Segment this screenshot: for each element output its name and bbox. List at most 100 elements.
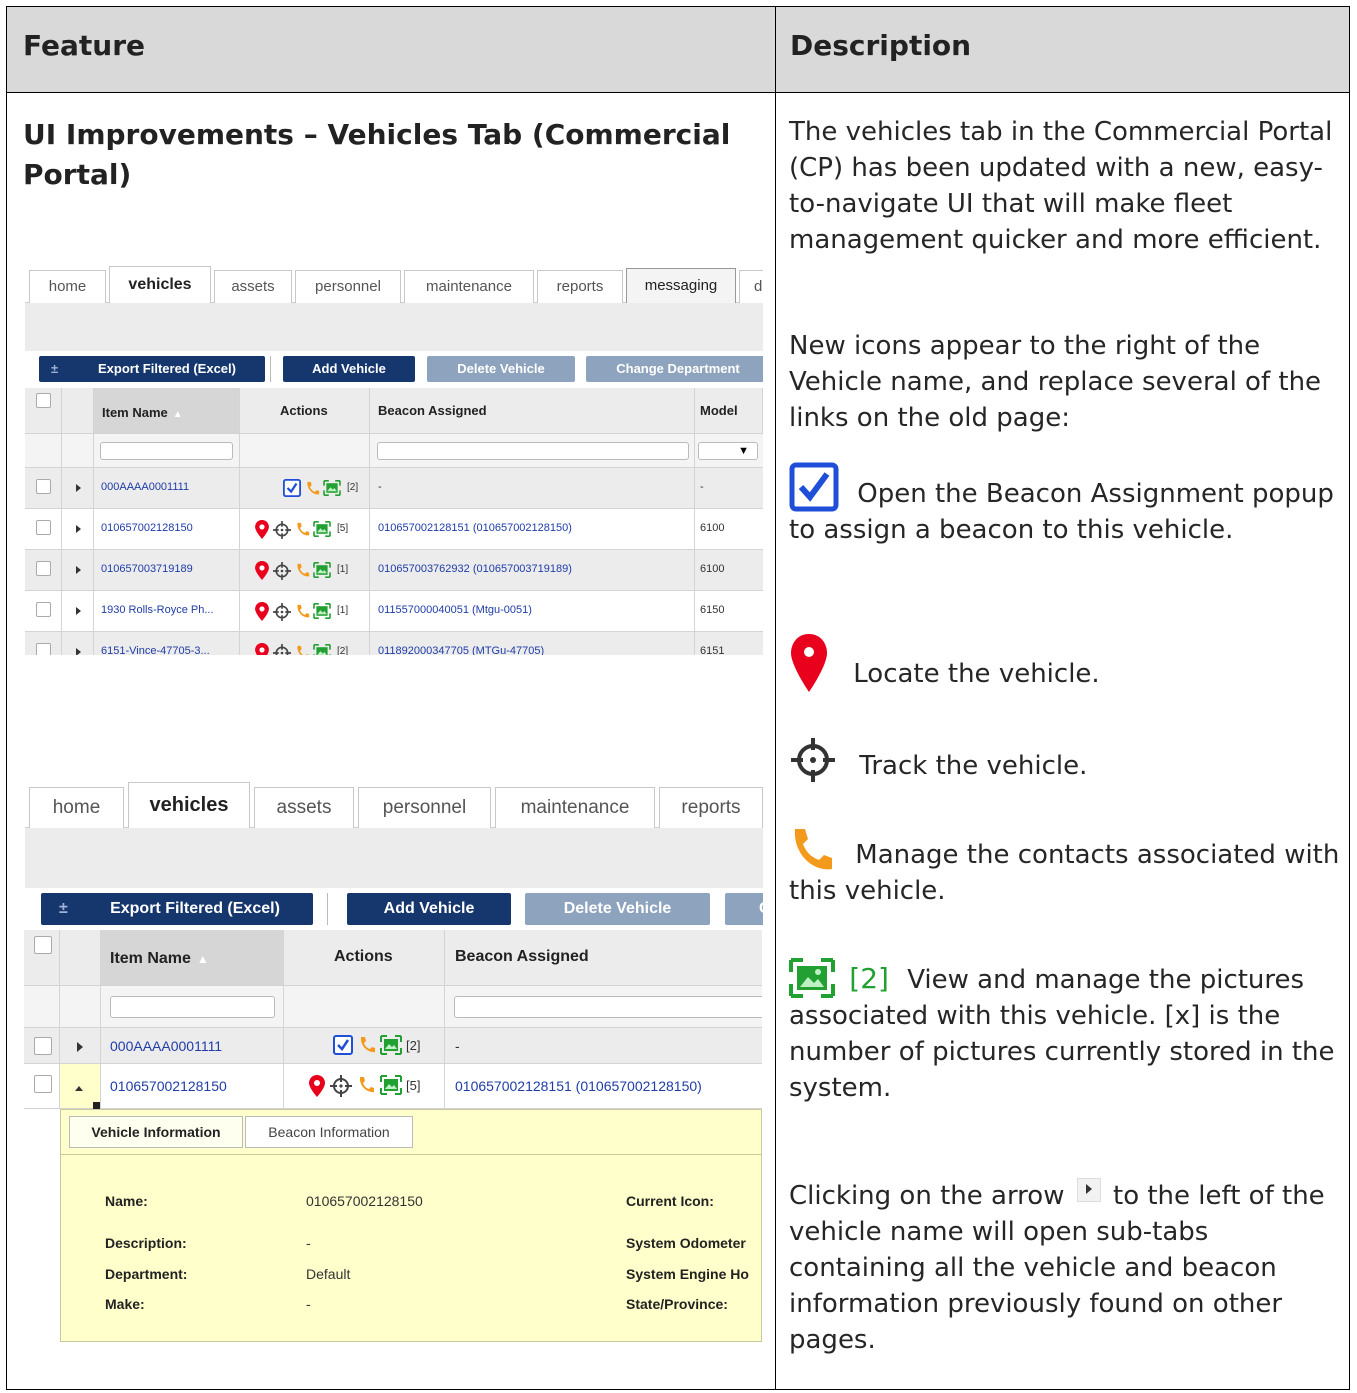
table-row[interactable]: 000AAAA0001111 [2] - - bbox=[25, 468, 763, 509]
expand-arrow-icon[interactable] bbox=[76, 566, 81, 574]
select-all-checkbox[interactable] bbox=[36, 393, 51, 408]
add-vehicle-button[interactable]: Add Vehicle bbox=[347, 893, 511, 925]
phone-icon[interactable] bbox=[295, 521, 310, 543]
table-row[interactable]: 6151-Vince-47705-3... [2] 011892000347705 … bbox=[25, 632, 763, 655]
collapse-arrow-icon[interactable] bbox=[75, 1086, 83, 1091]
location-pin-icon[interactable] bbox=[255, 561, 269, 585]
location-pin-icon[interactable] bbox=[255, 520, 269, 544]
phone-icon[interactable] bbox=[358, 1035, 376, 1060]
beacon-link[interactable]: 010657002128151 (010657002128150) bbox=[378, 522, 572, 534]
picture-icon[interactable] bbox=[380, 1035, 402, 1060]
location-pin-icon[interactable] bbox=[255, 602, 269, 626]
export-filtered-button[interactable]: ± Export Filtered (Excel) bbox=[41, 893, 313, 925]
expand-arrow-icon[interactable] bbox=[76, 525, 81, 533]
row-checkbox[interactable] bbox=[34, 1075, 52, 1093]
row-checkbox[interactable] bbox=[36, 479, 51, 494]
column-item-name[interactable]: Item Name ▲ bbox=[102, 405, 183, 420]
tab-personnel[interactable]: personnel bbox=[295, 270, 401, 303]
delete-vehicle-button[interactable]: Delete Vehicle bbox=[427, 356, 575, 382]
vehicle-name-link[interactable]: 010657002128150 bbox=[110, 1078, 227, 1094]
check-icon[interactable] bbox=[333, 1035, 353, 1060]
phone-icon[interactable] bbox=[295, 562, 310, 584]
column-beacon-assigned[interactable]: Beacon Assigned bbox=[455, 948, 589, 966]
beacon-link[interactable]: 010657003762932 (010657003719189) bbox=[378, 563, 572, 575]
tab-maintenance[interactable]: maintenance bbox=[495, 787, 655, 828]
phone-icon[interactable] bbox=[357, 1075, 375, 1100]
column-model[interactable]: Model bbox=[700, 403, 738, 418]
item-name-filter-input[interactable] bbox=[100, 442, 233, 460]
item-name-filter-input[interactable] bbox=[110, 996, 275, 1018]
table-row[interactable]: 010657002128150 [5] 010657002128151 (010… bbox=[24, 1064, 762, 1109]
vehicle-name-link[interactable]: 1930 Rolls-Royce Ph... bbox=[101, 604, 214, 616]
vehicle-name-link[interactable]: 010657002128150 bbox=[101, 522, 193, 534]
picture-icon[interactable] bbox=[313, 644, 331, 655]
crosshair-icon[interactable] bbox=[273, 644, 291, 655]
table-row[interactable]: 1930 Rolls-Royce Ph... [1] 011557000040051… bbox=[25, 591, 763, 632]
beacon-link[interactable]: 010657002128151 (010657002128150) bbox=[455, 1078, 702, 1094]
vehicle-name-link[interactable]: 000AAAA0001111 bbox=[110, 1038, 222, 1054]
tab-personnel[interactable]: personnel bbox=[358, 787, 491, 828]
tab-vehicles[interactable]: vehicles bbox=[128, 782, 250, 828]
vehicle-name-link[interactable]: 000AAAA0001111 bbox=[101, 481, 189, 493]
change-department-button[interactable]: Change Department bbox=[586, 356, 763, 382]
expand-arrow-icon[interactable] bbox=[76, 484, 81, 492]
table-row[interactable]: 010657003719189 [1] 010657003762932 (01065… bbox=[25, 550, 763, 591]
expand-arrow-icon[interactable] bbox=[76, 648, 81, 655]
toolbar-separator bbox=[270, 356, 271, 382]
tab-beacon-information[interactable]: Beacon Information bbox=[245, 1116, 413, 1148]
beacon-assignment-text: Open the Beacon Assignment popup to assi… bbox=[789, 479, 1334, 545]
check-icon[interactable] bbox=[283, 479, 301, 502]
phone-icon[interactable] bbox=[295, 644, 310, 655]
crosshair-icon[interactable] bbox=[273, 603, 291, 626]
beacon-filter-input[interactable] bbox=[377, 442, 689, 460]
tab-assets[interactable]: assets bbox=[214, 270, 292, 303]
beacon-link[interactable]: 011892000347705 (MTGu-47705) bbox=[378, 645, 544, 655]
tab-messaging[interactable]: messaging bbox=[626, 268, 736, 303]
row-checkbox[interactable] bbox=[36, 561, 51, 576]
description-header: Description bbox=[790, 29, 972, 62]
location-pin-icon[interactable] bbox=[255, 643, 269, 655]
add-vehicle-button[interactable]: Add Vehicle bbox=[283, 356, 415, 382]
expand-arrow-icon[interactable] bbox=[77, 1042, 83, 1052]
tab-home[interactable]: home bbox=[29, 270, 106, 303]
phone-icon[interactable] bbox=[295, 603, 310, 625]
vehicle-name-link[interactable]: 6151-Vince-47705-3... bbox=[101, 645, 210, 655]
crosshair-icon[interactable] bbox=[330, 1075, 352, 1102]
tab-vehicles[interactable]: vehicles bbox=[109, 266, 211, 303]
picture-icon[interactable] bbox=[313, 603, 331, 624]
picture-icon[interactable] bbox=[323, 480, 341, 501]
crosshair-icon[interactable] bbox=[273, 562, 291, 585]
column-beacon-assigned[interactable]: Beacon Assigned bbox=[378, 403, 487, 418]
change-department-button[interactable]: C bbox=[725, 893, 763, 925]
tab-vehicle-information[interactable]: Vehicle Information bbox=[69, 1116, 243, 1148]
beacon-link[interactable]: 011557000040051 (Mtgu-0051) bbox=[378, 604, 532, 616]
vehicle-name-link[interactable]: 010657003719189 bbox=[101, 563, 193, 575]
delete-vehicle-button[interactable]: Delete Vehicle bbox=[525, 893, 710, 925]
beacon-filter-input[interactable] bbox=[454, 996, 762, 1018]
export-filtered-button[interactable]: ± Export Filtered (Excel) bbox=[39, 356, 265, 382]
crosshair-icon[interactable] bbox=[273, 521, 291, 544]
tab-maintenance[interactable]: maintenance bbox=[404, 270, 534, 303]
picture-icon[interactable] bbox=[380, 1075, 402, 1100]
tab-home[interactable]: home bbox=[29, 787, 124, 828]
row-checkbox[interactable] bbox=[36, 602, 51, 617]
tab-assets[interactable]: assets bbox=[254, 787, 354, 828]
table-row[interactable]: 000AAAA0001111 [2] - bbox=[24, 1028, 762, 1064]
resize-handle[interactable] bbox=[93, 1102, 100, 1109]
column-item-name[interactable]: Item Name ▲ bbox=[110, 950, 209, 968]
row-checkbox[interactable] bbox=[34, 1037, 52, 1055]
picture-icon[interactable] bbox=[313, 521, 331, 542]
picture-icon[interactable] bbox=[313, 562, 331, 583]
picture-count: [5] bbox=[337, 523, 349, 534]
model-filter-select[interactable]: ▼ bbox=[698, 442, 758, 460]
select-all-checkbox[interactable] bbox=[34, 936, 52, 954]
location-pin-icon[interactable] bbox=[309, 1075, 325, 1102]
phone-icon[interactable] bbox=[305, 480, 320, 502]
expand-arrow-icon[interactable] bbox=[76, 607, 81, 615]
row-checkbox[interactable] bbox=[36, 643, 51, 655]
tab-overflow[interactable]: di bbox=[739, 270, 763, 303]
table-row[interactable]: 010657002128150 [5] 010657002128151 (01065… bbox=[25, 509, 763, 550]
tab-reports[interactable]: reports bbox=[659, 787, 763, 828]
tab-reports[interactable]: reports bbox=[537, 270, 623, 303]
row-checkbox[interactable] bbox=[36, 520, 51, 535]
